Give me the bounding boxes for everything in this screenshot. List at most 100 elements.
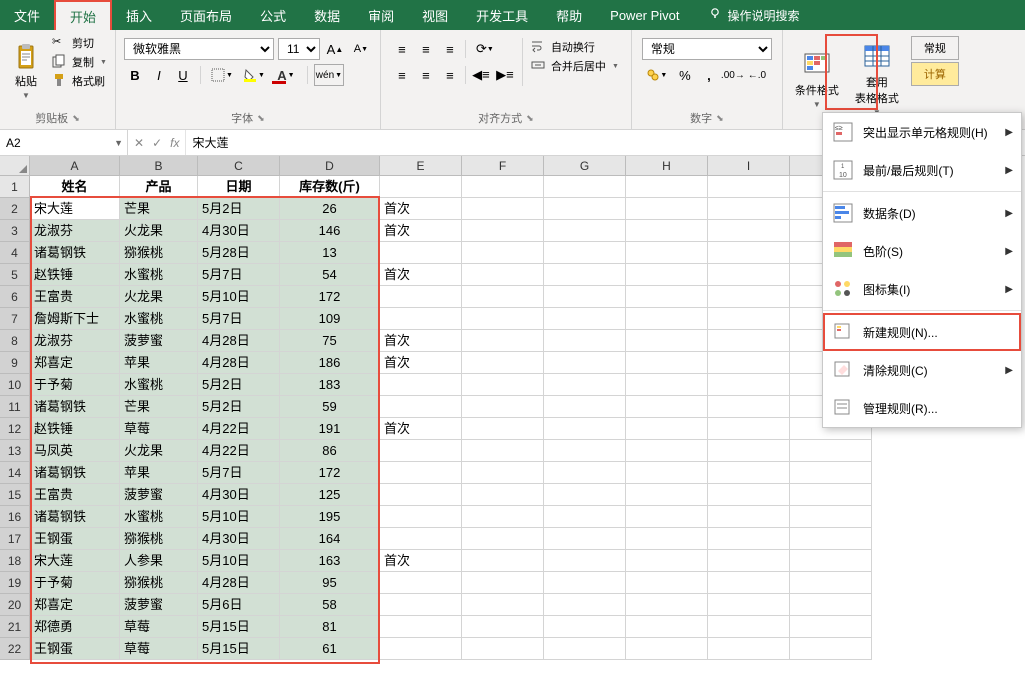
row-header[interactable]: 7 [0,308,30,330]
cell[interactable]: 王富贵 [30,286,120,308]
align-right-button[interactable]: ≡ [439,64,461,86]
cell[interactable] [544,176,626,198]
cell[interactable]: 4月30日 [198,220,280,242]
col-header-C[interactable]: C [198,156,280,176]
cell[interactable]: 王钢蛋 [30,638,120,660]
cell[interactable]: 马凤英 [30,440,120,462]
cell[interactable] [544,462,626,484]
cell[interactable] [708,418,790,440]
cell[interactable]: 人参果 [120,550,198,572]
cell[interactable] [626,506,708,528]
row-header[interactable]: 9 [0,352,30,374]
cell[interactable]: 苹果 [120,462,198,484]
decrease-indent-button[interactable]: ◀≡ [470,64,492,86]
row-header[interactable]: 20 [0,594,30,616]
cell[interactable] [626,462,708,484]
cell[interactable]: 猕猴桃 [120,572,198,594]
cell[interactable]: 首次 [380,330,462,352]
fill-color-button[interactable]: ▼ [239,64,269,86]
borders-button[interactable]: ▼ [207,64,237,86]
menu-file[interactable]: 文件 [0,0,54,30]
cell[interactable]: 姓名 [30,176,120,198]
cell[interactable]: 146 [280,220,380,242]
cell[interactable] [790,638,872,660]
cell[interactable]: 61 [280,638,380,660]
cell[interactable] [544,440,626,462]
cell[interactable]: 猕猴桃 [120,528,198,550]
cell[interactable]: 5月2日 [198,396,280,418]
cell[interactable]: 26 [280,198,380,220]
cell[interactable] [462,374,544,396]
merge-center-button[interactable]: 合并后居中▼ [529,57,621,75]
cell[interactable] [708,550,790,572]
row-header[interactable]: 22 [0,638,30,660]
phonetic-button[interactable]: wén▼ [314,64,344,86]
cell[interactable] [626,528,708,550]
cell[interactable]: 菠萝蜜 [120,594,198,616]
cf-data-bars[interactable]: 数据条(D) ▶ [823,194,1021,232]
cf-clear-rules[interactable]: 清除规则(C) ▶ [823,351,1021,389]
cell[interactable]: 诸葛钢铁 [30,462,120,484]
cell[interactable] [544,528,626,550]
cell[interactable] [626,484,708,506]
bold-button[interactable]: B [124,64,146,86]
cell[interactable] [708,528,790,550]
cell[interactable]: 王钢蛋 [30,528,120,550]
cell[interactable]: 5月10日 [198,550,280,572]
col-header-E[interactable]: E [380,156,462,176]
cell[interactable] [708,352,790,374]
cell[interactable] [708,396,790,418]
cell[interactable]: 赵铁锤 [30,264,120,286]
cell[interactable] [462,528,544,550]
row-header[interactable]: 8 [0,330,30,352]
cell[interactable]: 58 [280,594,380,616]
cell[interactable]: 水蜜桃 [120,264,198,286]
cell[interactable]: 5月28日 [198,242,280,264]
cell[interactable]: 5月2日 [198,198,280,220]
menu-formulas[interactable]: 公式 [246,0,300,30]
cell[interactable]: 火龙果 [120,286,198,308]
menu-review[interactable]: 审阅 [354,0,408,30]
cell[interactable] [708,330,790,352]
cell[interactable] [462,616,544,638]
name-box[interactable]: ▼ [0,130,128,155]
row-header[interactable]: 1 [0,176,30,198]
row-header[interactable]: 4 [0,242,30,264]
col-header-G[interactable]: G [544,156,626,176]
style-normal[interactable]: 常规 [911,36,959,60]
decrease-font-button[interactable]: A▼ [350,38,372,60]
cell[interactable] [708,286,790,308]
cell[interactable] [462,308,544,330]
cell[interactable] [626,638,708,660]
row-header[interactable]: 2 [0,198,30,220]
cell[interactable] [790,440,872,462]
cell[interactable] [462,506,544,528]
cell[interactable] [462,484,544,506]
cell[interactable]: 4月28日 [198,352,280,374]
cell[interactable]: 郑喜定 [30,352,120,374]
clipboard-dialog-launcher[interactable]: ⬊ [72,113,80,124]
percent-button[interactable]: % [674,64,696,86]
increase-font-button[interactable]: A▲ [324,38,346,60]
italic-button[interactable]: I [148,64,170,86]
menu-dev[interactable]: 开发工具 [462,0,542,30]
cell[interactable]: 于予菊 [30,572,120,594]
row-header[interactable]: 16 [0,506,30,528]
cell[interactable] [790,462,872,484]
cell[interactable]: 诸葛钢铁 [30,242,120,264]
row-header[interactable]: 14 [0,462,30,484]
cell[interactable] [544,638,626,660]
cell[interactable] [380,396,462,418]
name-box-dropdown-icon[interactable]: ▼ [114,138,123,148]
cell[interactable]: 草莓 [120,616,198,638]
comma-button[interactable]: , [698,64,720,86]
paste-button[interactable]: 粘贴 ▼ [6,34,46,109]
cell[interactable]: 首次 [380,418,462,440]
menu-home[interactable]: 开始 [54,0,112,30]
cell[interactable]: 水蜜桃 [120,506,198,528]
cell[interactable] [380,374,462,396]
cell[interactable] [462,286,544,308]
cell[interactable] [544,572,626,594]
menu-insert[interactable]: 插入 [112,0,166,30]
font-dialog-launcher[interactable]: ⬊ [257,113,265,124]
